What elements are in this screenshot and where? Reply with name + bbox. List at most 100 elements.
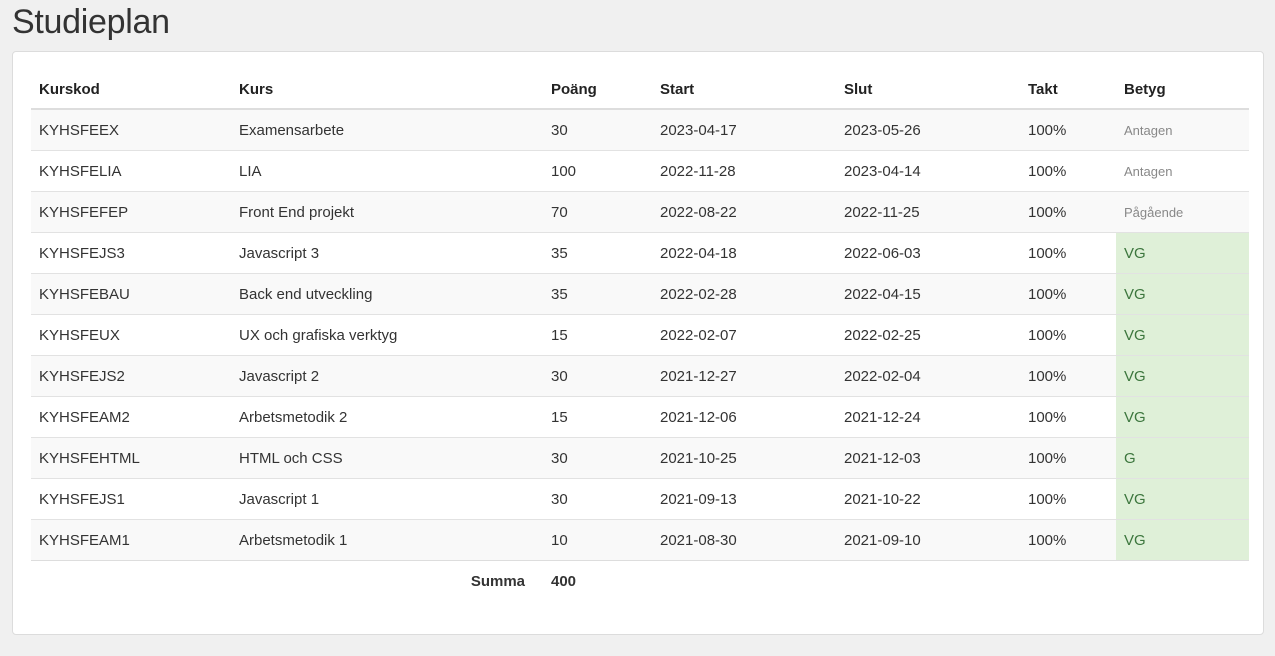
course-name-cell: Javascript 3 xyxy=(231,232,543,274)
course-code-cell: KYHSFELIA xyxy=(31,150,231,192)
grade-cell: Antagen xyxy=(1116,108,1249,151)
course-name-cell: Front End projekt xyxy=(231,191,543,233)
grade-cell: VG xyxy=(1116,396,1249,438)
end-date-cell: 2023-05-26 xyxy=(836,108,1020,151)
start-date-cell: 2022-02-07 xyxy=(652,314,836,356)
points-cell: 35 xyxy=(543,232,652,274)
end-date-cell: 2023-04-14 xyxy=(836,150,1020,192)
course-code-cell: KYHSFEAM2 xyxy=(31,396,231,438)
pace-cell: 100% xyxy=(1020,478,1116,520)
grade-cell: VG xyxy=(1116,273,1249,315)
end-date-cell: 2021-12-03 xyxy=(836,437,1020,479)
end-date-cell: 2022-11-25 xyxy=(836,191,1020,233)
sum-value: 400 xyxy=(543,560,652,601)
course-code-cell: KYHSFEUX xyxy=(31,314,231,356)
start-date-cell: 2022-04-18 xyxy=(652,232,836,274)
points-cell: 15 xyxy=(543,314,652,356)
points-cell: 30 xyxy=(543,437,652,479)
course-name-cell: Javascript 2 xyxy=(231,355,543,397)
grade-cell: VG xyxy=(1116,355,1249,397)
table-row: KYHSFEJS1 Javascript 1 30 2021-09-13 2021-10… xyxy=(31,478,1249,520)
points-cell: 30 xyxy=(543,478,652,520)
grade-cell: Antagen xyxy=(1116,150,1249,192)
pace-cell: 100% xyxy=(1020,314,1116,356)
points-cell: 100 xyxy=(543,150,652,192)
grade-cell: VG xyxy=(1116,478,1249,520)
course-code-cell: KYHSFEJS1 xyxy=(31,478,231,520)
start-date-cell: 2021-09-13 xyxy=(652,478,836,520)
pace-cell: 100% xyxy=(1020,150,1116,192)
table-row: KYHSFEBAU Back end utveckling 35 2022-02-28… xyxy=(31,273,1249,315)
pace-cell: 100% xyxy=(1020,191,1116,233)
study-plan-panel: Kurskod Kurs Poäng Start Slut Takt Betyg… xyxy=(12,51,1264,635)
grade-cell: G xyxy=(1116,437,1249,479)
course-code-cell: KYHSFEJS2 xyxy=(31,355,231,397)
course-name-cell: Arbetsmetodik 1 xyxy=(231,519,543,561)
header-grade: Betyg xyxy=(1116,70,1249,110)
pace-cell: 100% xyxy=(1020,108,1116,151)
table-header-row: Kurskod Kurs Poäng Start Slut Takt Betyg xyxy=(31,70,1249,110)
header-pace: Takt xyxy=(1020,70,1116,110)
start-date-cell: 2021-10-25 xyxy=(652,437,836,479)
table-row: KYHSFEFEP Front End projekt 70 2022-08-22 20… xyxy=(31,191,1249,233)
course-code-cell: KYHSFEBAU xyxy=(31,273,231,315)
end-date-cell: 2022-02-04 xyxy=(836,355,1020,397)
start-date-cell: 2021-08-30 xyxy=(652,519,836,561)
start-date-cell: 2022-08-22 xyxy=(652,191,836,233)
points-cell: 10 xyxy=(543,519,652,561)
end-date-cell: 2021-12-24 xyxy=(836,396,1020,438)
end-date-cell: 2022-06-03 xyxy=(836,232,1020,274)
end-date-cell: 2022-04-15 xyxy=(836,273,1020,315)
course-name-cell: Javascript 1 xyxy=(231,478,543,520)
course-code-cell: KYHSFEHTML xyxy=(31,437,231,479)
header-course-name: Kurs xyxy=(231,70,543,110)
pace-cell: 100% xyxy=(1020,437,1116,479)
grade-cell: VG xyxy=(1116,519,1249,561)
course-name-cell: Arbetsmetodik 2 xyxy=(231,396,543,438)
course-code-cell: KYHSFEAM1 xyxy=(31,519,231,561)
pace-cell: 100% xyxy=(1020,232,1116,274)
header-course-code: Kurskod xyxy=(31,70,231,110)
course-code-cell: KYHSFEFEP xyxy=(31,191,231,233)
start-date-cell: 2022-02-28 xyxy=(652,273,836,315)
table-row: KYHSFEJS2 Javascript 2 30 2021-12-27 2022-02… xyxy=(31,355,1249,397)
pace-cell: 100% xyxy=(1020,519,1116,561)
table-row: KYHSFEAM1 Arbetsmetodik 1 10 2021-08-30 2021… xyxy=(31,519,1249,561)
course-name-cell: LIA xyxy=(231,150,543,192)
start-date-cell: 2021-12-27 xyxy=(652,355,836,397)
end-date-cell: 2022-02-25 xyxy=(836,314,1020,356)
points-cell: 30 xyxy=(543,355,652,397)
header-end: Slut xyxy=(836,70,1020,110)
course-code-cell: KYHSFEJS3 xyxy=(31,232,231,274)
course-code-cell: KYHSFEEX xyxy=(31,108,231,151)
points-cell: 30 xyxy=(543,108,652,151)
points-cell: 15 xyxy=(543,396,652,438)
table-row: KYHSFEAM2 Arbetsmetodik 2 15 2021-12-06 2021… xyxy=(31,396,1249,438)
table-row: KYHSFELIA LIA 100 2022-11-28 2023-04-14 100% A… xyxy=(31,150,1249,192)
course-name-cell: UX och grafiska verktyg xyxy=(231,314,543,356)
grade-cell: Pågående xyxy=(1116,191,1249,233)
start-date-cell: 2022-11-28 xyxy=(652,150,836,192)
summary-row: Summa 400 xyxy=(31,560,1249,601)
course-name-cell: Examensarbete xyxy=(231,108,543,151)
study-plan-table: Kurskod Kurs Poäng Start Slut Takt Betyg… xyxy=(31,70,1249,601)
table-row: KYHSFEUX UX och grafiska verktyg 15 2022-02… xyxy=(31,314,1249,356)
points-cell: 35 xyxy=(543,273,652,315)
pace-cell: 100% xyxy=(1020,273,1116,315)
pace-cell: 100% xyxy=(1020,355,1116,397)
course-name-cell: Back end utveckling xyxy=(231,273,543,315)
grade-cell: VG xyxy=(1116,232,1249,274)
grade-cell: VG xyxy=(1116,314,1249,356)
course-name-cell: HTML och CSS xyxy=(231,437,543,479)
header-points: Poäng xyxy=(543,70,652,110)
table-row: KYHSFEHTML HTML och CSS 30 2021-10-25 2021-1… xyxy=(31,437,1249,479)
table-row: KYHSFEJS3 Javascript 3 35 2022-04-18 2022-06… xyxy=(31,232,1249,274)
table-row: KYHSFEEX Examensarbete 30 2023-04-17 2023-05… xyxy=(31,108,1249,151)
sum-label: Summa xyxy=(31,560,543,601)
header-start: Start xyxy=(652,70,836,110)
end-date-cell: 2021-09-10 xyxy=(836,519,1020,561)
page-title: Studieplan xyxy=(12,3,170,41)
points-cell: 70 xyxy=(543,191,652,233)
start-date-cell: 2021-12-06 xyxy=(652,396,836,438)
end-date-cell: 2021-10-22 xyxy=(836,478,1020,520)
